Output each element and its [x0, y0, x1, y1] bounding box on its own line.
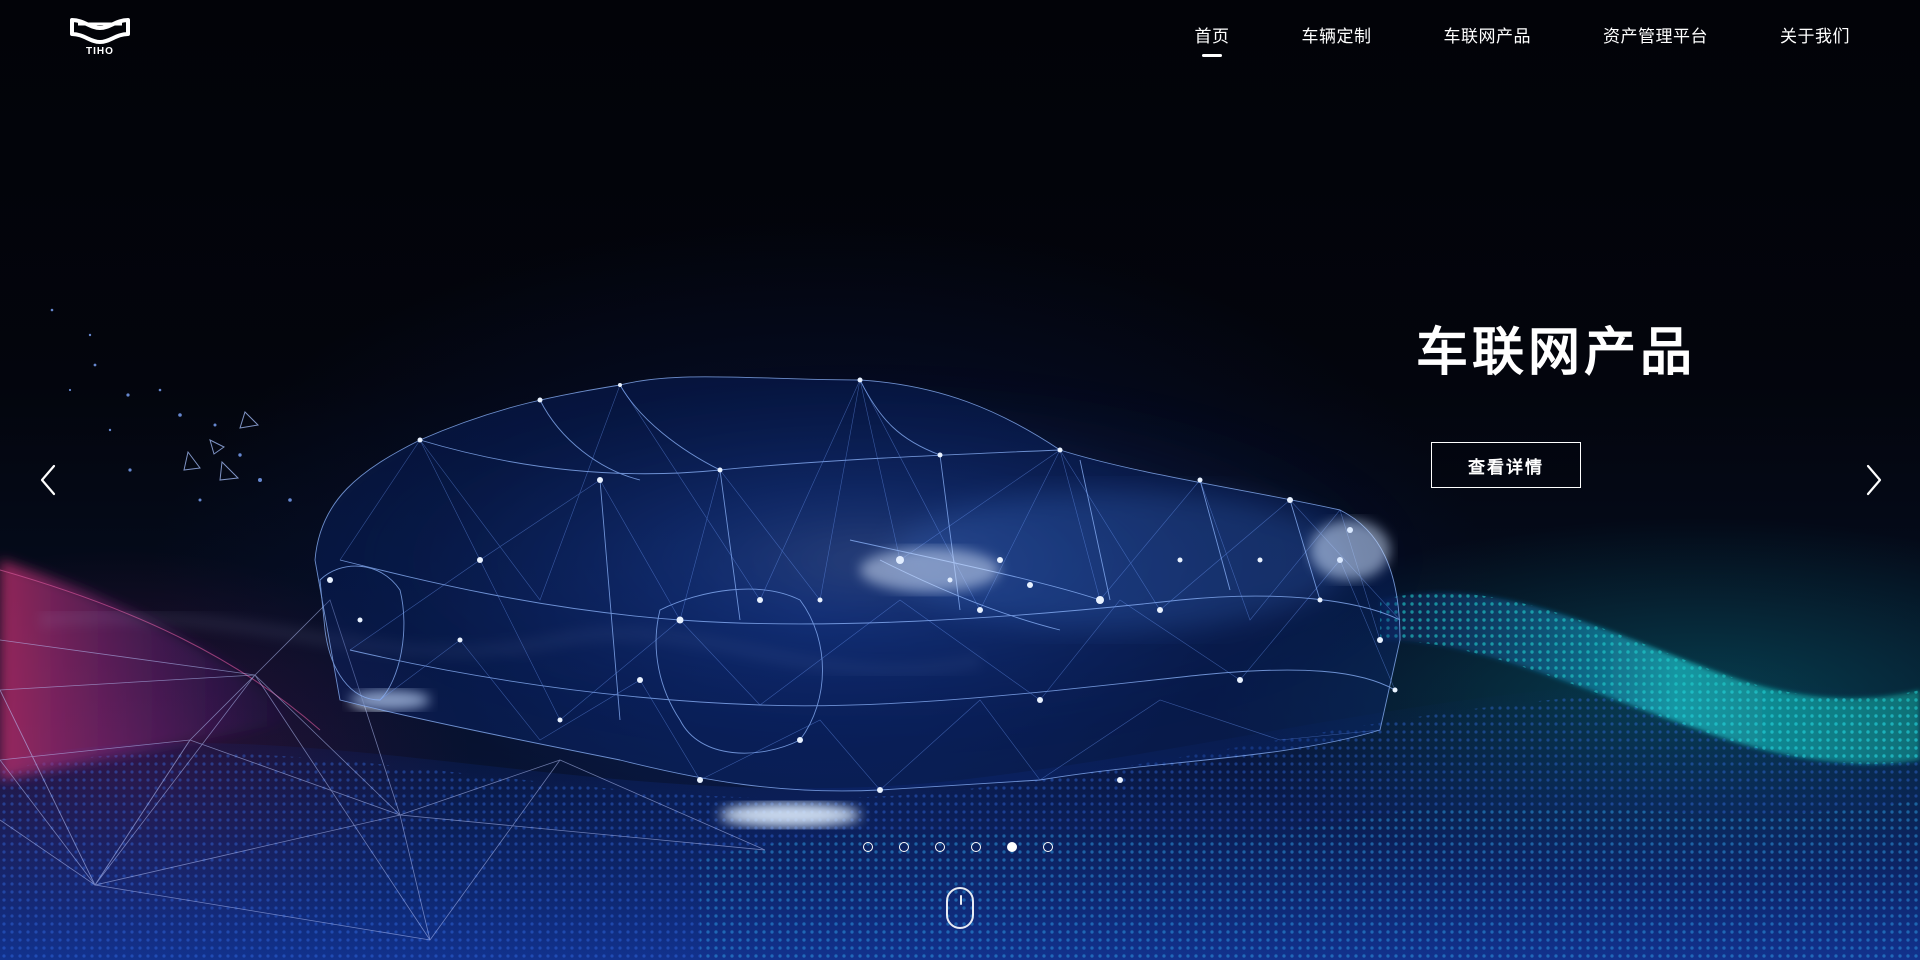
chevron-right-icon	[1866, 464, 1882, 496]
carousel-next-button[interactable]	[1858, 460, 1888, 500]
hero-title: 车联网产品	[1416, 323, 1697, 383]
logo-mark-icon: TIHO	[70, 18, 130, 57]
carousel-dot[interactable]	[899, 842, 909, 852]
nav-item-about-us[interactable]: 关于我们	[1780, 22, 1850, 47]
page: TIHO 首页 车辆定制 车联网产品 资产管理平台 关于我们 车联网产品 查看详…	[0, 0, 1920, 960]
brand-logo[interactable]: TIHO	[68, 16, 132, 57]
carousel-dot-active[interactable]	[1007, 842, 1017, 852]
chevron-left-icon	[40, 464, 56, 496]
carousel-pagination	[863, 842, 1079, 852]
carousel-dot[interactable]	[971, 842, 981, 852]
carousel-prev-button[interactable]	[34, 460, 64, 500]
site-header: TIHO 首页 车辆定制 车联网产品 资产管理平台 关于我们	[0, 0, 1920, 70]
carousel-dot[interactable]	[1043, 842, 1053, 852]
mouse-wheel	[960, 895, 962, 905]
main-nav: 首页 车辆定制 车联网产品 资产管理平台 关于我们	[1123, 22, 1851, 47]
view-details-button[interactable]: 查看详情	[1431, 442, 1581, 488]
carousel-dot[interactable]	[863, 842, 873, 852]
hero-background-image	[0, 308, 1920, 960]
carousel-dot[interactable]	[935, 842, 945, 852]
nav-item-home[interactable]: 首页	[1195, 22, 1230, 47]
mouse-scroll-icon	[946, 887, 974, 929]
nav-item-vehicle-customization[interactable]: 车辆定制	[1302, 22, 1372, 47]
nav-item-asset-management[interactable]: 资产管理平台	[1603, 22, 1708, 47]
nav-item-iov-products[interactable]: 车联网产品	[1444, 22, 1532, 47]
logo-text: TIHO	[86, 46, 114, 56]
